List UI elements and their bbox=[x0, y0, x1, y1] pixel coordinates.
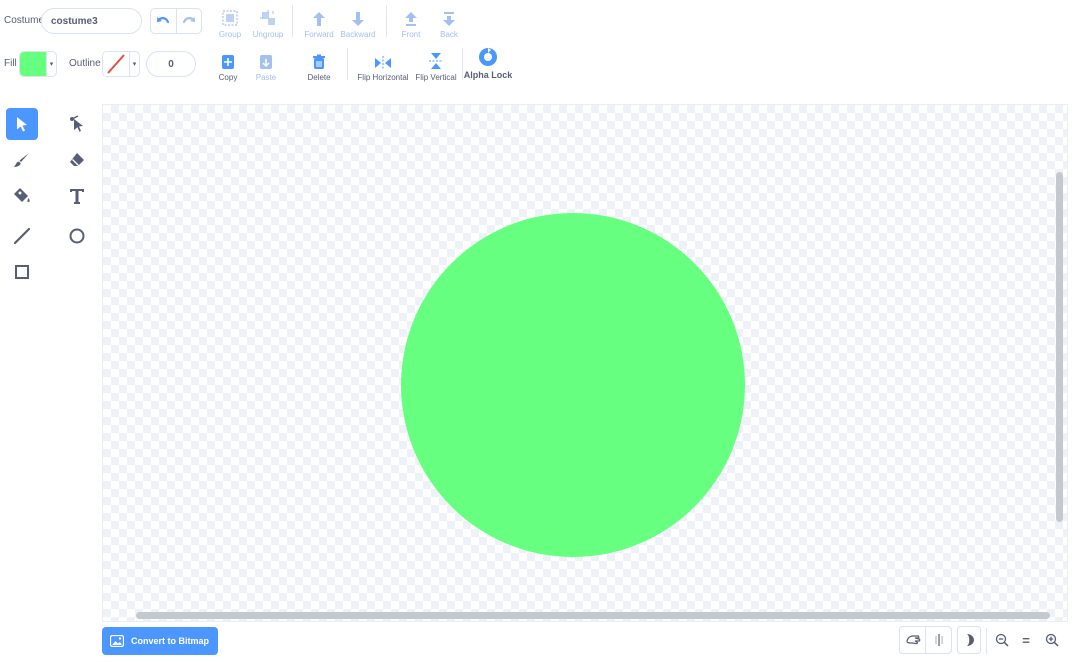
arrow-down-icon bbox=[352, 12, 364, 26]
select-tool[interactable] bbox=[6, 108, 38, 140]
caret-down-icon: ▾ bbox=[46, 52, 56, 76]
back-button[interactable]: Back bbox=[426, 7, 472, 39]
zoom-reset-button[interactable]: = bbox=[1015, 626, 1037, 654]
paint-bucket-icon bbox=[14, 188, 30, 202]
mirror-button[interactable] bbox=[926, 626, 952, 654]
group-icon bbox=[222, 10, 238, 26]
trash-icon bbox=[313, 54, 325, 69]
zoom-in-button[interactable] bbox=[1040, 626, 1064, 654]
bottom-divider bbox=[986, 628, 987, 654]
undo-button[interactable] bbox=[151, 9, 177, 33]
convert-to-bitmap-label: Convert to Bitmap bbox=[131, 636, 210, 646]
hand-icon bbox=[905, 635, 920, 645]
rectangle-icon bbox=[15, 265, 29, 279]
horizontal-scrollbar[interactable] bbox=[136, 612, 1050, 619]
bring-to-front-icon bbox=[405, 12, 417, 26]
arrow-up-icon bbox=[313, 12, 325, 26]
rectangle-tool[interactable] bbox=[6, 256, 38, 288]
flip-vertical-label: Flip Vertical bbox=[415, 73, 457, 82]
outline-color-picker[interactable]: ▾ bbox=[102, 51, 140, 77]
redo-icon bbox=[182, 17, 195, 24]
alpha-lock-label: Alpha Lock bbox=[463, 70, 513, 80]
dark-mode-toggle[interactable] bbox=[957, 626, 981, 654]
forward-label: Forward bbox=[304, 30, 334, 39]
ungroup-label: Ungroup bbox=[252, 30, 284, 39]
copy-label: Copy bbox=[218, 73, 238, 82]
line-icon bbox=[13, 227, 31, 245]
fill-tool[interactable] bbox=[6, 180, 38, 212]
copy-icon bbox=[222, 55, 234, 69]
paste-icon bbox=[260, 55, 272, 69]
paint-canvas[interactable] bbox=[102, 104, 1068, 622]
ungroup-icon bbox=[260, 10, 275, 25]
zoom-in-icon bbox=[1045, 633, 1059, 647]
reshape-tool[interactable] bbox=[61, 108, 93, 140]
back-label: Back bbox=[440, 30, 458, 39]
zoom-out-icon bbox=[995, 633, 1009, 647]
line-tool[interactable] bbox=[6, 220, 38, 252]
eraser-tool[interactable] bbox=[61, 144, 93, 176]
send-to-back-icon bbox=[443, 12, 455, 26]
no-color-icon bbox=[103, 52, 129, 76]
text-tool[interactable] bbox=[61, 180, 93, 212]
costume-name-input[interactable] bbox=[41, 8, 142, 34]
convert-to-bitmap-button[interactable]: Convert to Bitmap bbox=[102, 627, 218, 655]
flip-horizontal-label: Flip Horizontal bbox=[357, 73, 409, 82]
eraser-icon bbox=[70, 153, 84, 166]
caret-down-icon: ▾ bbox=[129, 52, 139, 76]
redo-button[interactable] bbox=[177, 9, 202, 33]
group-label: Group bbox=[218, 30, 242, 39]
ungroup-button[interactable]: Ungroup bbox=[245, 7, 291, 39]
brush-icon bbox=[14, 153, 29, 167]
backward-button[interactable]: Backward bbox=[335, 7, 381, 39]
green-circle-shape[interactable] bbox=[401, 213, 745, 557]
alpha-lock-button[interactable]: Alpha Lock bbox=[464, 45, 512, 80]
arrow-cursor-icon bbox=[17, 117, 27, 132]
paste-label: Paste bbox=[255, 73, 277, 82]
moon-icon bbox=[967, 634, 974, 646]
delete-button[interactable]: Delete bbox=[296, 50, 342, 82]
reshape-icon bbox=[70, 115, 83, 132]
zoom-out-button[interactable] bbox=[990, 626, 1014, 654]
flip-vertical-button[interactable]: Flip Vertical bbox=[412, 50, 460, 82]
mirror-icon bbox=[934, 634, 943, 646]
undo-icon bbox=[157, 17, 170, 24]
toolbar-divider bbox=[292, 5, 293, 37]
outline-width-input[interactable] bbox=[146, 51, 196, 77]
brush-size-button[interactable] bbox=[899, 626, 926, 654]
fill-color-swatch bbox=[20, 52, 46, 76]
brush-tool[interactable] bbox=[6, 144, 38, 176]
front-label: Front bbox=[401, 30, 421, 39]
costume-label: Costume bbox=[4, 15, 45, 26]
alpha-lock-icon bbox=[479, 48, 497, 66]
circle-tool[interactable] bbox=[61, 220, 93, 252]
flip-vertical-icon bbox=[429, 53, 443, 69]
flip-horizontal-icon bbox=[375, 56, 391, 70]
backward-label: Backward bbox=[340, 30, 376, 39]
image-icon bbox=[110, 635, 124, 647]
flip-horizontal-button[interactable]: Flip Horizontal bbox=[356, 50, 410, 82]
toolbar-divider bbox=[347, 48, 348, 80]
undo-redo-group bbox=[150, 8, 202, 34]
vertical-scrollbar[interactable] bbox=[1056, 172, 1063, 522]
outline-label: Outline bbox=[69, 58, 101, 69]
fill-label: Fill bbox=[4, 58, 17, 69]
paste-button[interactable]: Paste bbox=[243, 50, 289, 82]
fill-color-picker[interactable]: ▾ bbox=[19, 51, 57, 77]
delete-label: Delete bbox=[307, 73, 331, 82]
circle-icon bbox=[69, 228, 85, 244]
text-icon bbox=[70, 189, 84, 204]
toolbar-divider bbox=[386, 5, 387, 37]
